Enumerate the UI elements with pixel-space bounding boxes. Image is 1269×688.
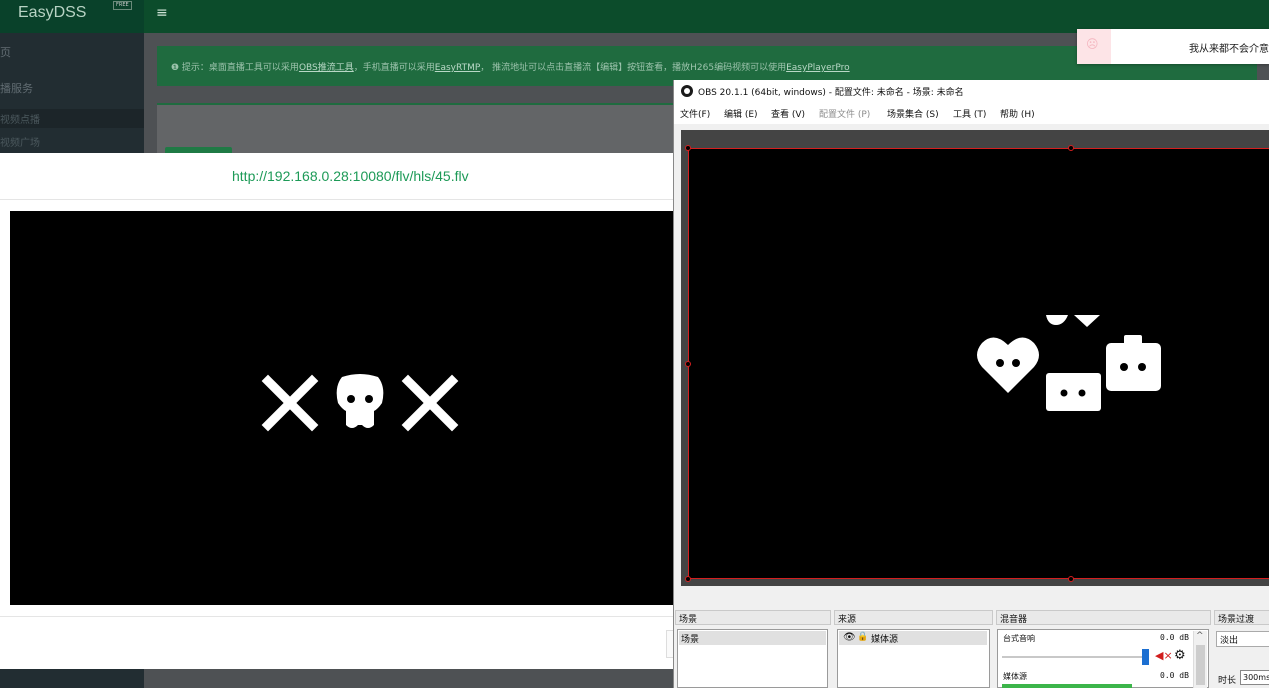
toast-notification: ☹ 我从来都不会介意! xyxy=(1077,29,1269,64)
sources-list[interactable]: 👁 🔒 媒体源 xyxy=(837,629,990,688)
sidebar-item-live-service[interactable]: 播服务 xyxy=(0,80,33,96)
menu-file[interactable]: 文件(F) xyxy=(680,107,710,120)
obs-logo-icon xyxy=(681,85,693,97)
easyplayerpro-link[interactable]: EasyPlayerPro xyxy=(786,63,850,73)
obs-menubar: 文件(F) 编辑 (E) 查看 (V) 配置文件 (P) 场景集合 (S) 工具… xyxy=(674,102,1269,124)
source-item[interactable]: 👁 🔒 媒体源 xyxy=(839,631,987,645)
obs-preview-canvas[interactable] xyxy=(685,145,1269,582)
obs-titlebar[interactable]: OBS 20.1.1 (64bit, windows) - 配置文件: 未命名 … xyxy=(674,80,1269,102)
sources-dock-title: 来源 xyxy=(834,610,993,625)
scrollbar-thumb[interactable] xyxy=(1196,645,1205,685)
warning-icon: ☹ xyxy=(1086,37,1099,51)
resize-handle-tl[interactable] xyxy=(685,145,691,151)
menu-scene-collection[interactable]: 场景集合 (S) xyxy=(887,107,939,120)
menu-tools[interactable]: 工具 (T) xyxy=(953,107,986,120)
audio-level-meter xyxy=(1002,684,1132,688)
transitions-dock-title: 场景过渡 xyxy=(1214,610,1269,625)
video-player[interactable] xyxy=(10,211,690,605)
menu-toggle-icon[interactable]: ≡ xyxy=(156,5,168,21)
scenes-dock-title: 场景 xyxy=(675,610,831,625)
brand-area: EasyDSS FREE xyxy=(0,0,144,33)
resize-handle-bottom[interactable] xyxy=(1068,576,1074,582)
easyrtmp-link[interactable]: EasyRTMP xyxy=(435,63,481,73)
visibility-eye-icon[interactable]: 👁 xyxy=(843,632,856,643)
brand-logo-text[interactable]: EasyDSS xyxy=(18,4,86,22)
toast-icon-box: ☹ xyxy=(1077,29,1111,64)
sidebar-item-home[interactable]: 页 xyxy=(0,44,11,60)
obs-window-title: OBS 20.1.1 (64bit, windows) - 配置文件: 未命名 … xyxy=(698,88,964,98)
resize-handle-bl[interactable] xyxy=(685,576,691,582)
scene-item[interactable]: 场景 xyxy=(679,631,826,645)
source-item-label: 媒体源 xyxy=(871,635,899,645)
menu-edit[interactable]: 编辑 (E) xyxy=(724,107,758,120)
edition-badge: FREE xyxy=(113,1,132,10)
menu-view[interactable]: 查看 (V) xyxy=(771,107,805,120)
modal-footer-divider xyxy=(0,616,700,617)
scenes-list[interactable]: 场景 xyxy=(677,629,828,688)
mixer-dock-title: 混音器 xyxy=(996,610,1211,625)
tip-text-1: ，手机直播可以采用 xyxy=(353,63,435,73)
obs-tool-link[interactable]: OBS推流工具 xyxy=(299,63,354,73)
mixer-channel-level: 0.0 dB xyxy=(1160,671,1189,680)
sidebar-item-vod[interactable]: 视频点播 xyxy=(0,109,144,128)
mute-speaker-icon[interactable]: ◀× xyxy=(1155,649,1173,662)
tip-prefix: ❶ 提示：桌面直播工具可以采用 xyxy=(171,63,299,73)
transition-select[interactable]: 淡出 xyxy=(1216,631,1269,647)
stream-url-title: http://192.168.0.28:10080/flv/hls/45.flv xyxy=(232,168,469,184)
mixer-channel-level: 0.0 dB xyxy=(1160,633,1189,642)
sidebar-item-square[interactable]: 视频广场 xyxy=(0,134,40,149)
scroll-up-icon[interactable]: ^ xyxy=(1196,631,1204,641)
video-frame-graphic xyxy=(261,374,459,432)
resize-handle-top[interactable] xyxy=(1068,145,1074,151)
mixer-scrollbar[interactable]: ^ xyxy=(1193,631,1207,688)
mixer-channel-name: 台式音响 xyxy=(1003,634,1035,643)
menu-profile[interactable]: 配置文件 (P) xyxy=(819,107,870,120)
tip-text-2: ， 推流地址可以点击直播流【编辑】按钮查看，播放H265编码视频可以使用 xyxy=(480,63,787,73)
gear-icon[interactable]: ⚙ xyxy=(1174,648,1186,663)
volume-slider-track[interactable] xyxy=(1002,656,1147,658)
obs-scene-graphic xyxy=(977,315,1161,411)
lock-icon[interactable]: 🔒 xyxy=(857,632,868,642)
duration-input[interactable]: 300ms xyxy=(1240,670,1269,685)
toast-message: 我从来都不会介意! xyxy=(1189,44,1269,55)
modal-divider xyxy=(0,199,700,200)
resize-handle-left[interactable] xyxy=(685,361,691,367)
player-modal: http://192.168.0.28:10080/flv/hls/45.flv xyxy=(0,153,706,669)
duration-label: 时长 xyxy=(1218,676,1237,686)
mixer-channel-name: 媒体源 xyxy=(1003,672,1027,681)
menu-help[interactable]: 帮助 (H) xyxy=(1000,107,1035,120)
volume-slider-handle[interactable] xyxy=(1142,649,1149,665)
